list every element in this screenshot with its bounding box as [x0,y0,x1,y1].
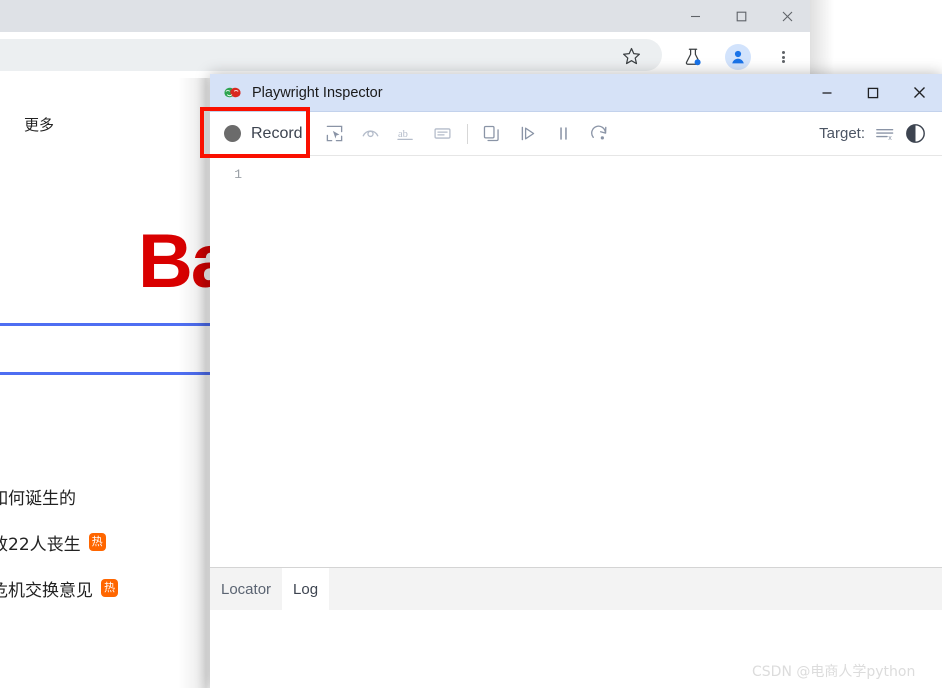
hot-item-text: 乌克兰危机交换意见 [0,580,93,601]
watermark-text: CSDN @电商人学python [752,664,916,680]
record-dot-icon [224,125,241,142]
pick-locator-icon[interactable] [320,119,350,149]
svg-text:ab: ab [398,129,408,140]
inspector-minimize-button[interactable] [804,74,850,111]
baidu-search-input[interactable] [0,323,212,375]
list-item[interactable]: 文件是如何诞生的 [0,473,212,519]
tab-locator[interactable]: Locator [210,568,282,610]
assert-value-icon[interactable] [428,119,458,149]
inspector-code-editor[interactable]: 1 [210,156,942,568]
chrome-close-button[interactable] [764,0,810,32]
chrome-window-controls [672,0,810,32]
playwright-inspector-window: Playwright Inspector Record ab Target: x… [210,74,942,688]
baidu-hot-search-list: 文件是如何诞生的 事故已致22人丧生 热 乌克兰危机交换意见 热 [0,473,212,611]
desktop-background: 更多 Ba 文件是如何诞生的 事故已致22人丧生 热 乌克兰危机交换意见 热 [0,0,942,688]
assert-text-ab-icon[interactable]: ab [392,119,422,149]
chrome-labs-flask-icon[interactable] [680,44,706,70]
inspector-title-bar: Playwright Inspector [210,74,942,112]
chrome-maximize-button[interactable] [718,0,764,32]
list-item[interactable]: 乌克兰危机交换意见 热 [0,565,212,611]
chrome-tab-strip [0,0,810,32]
inspector-toolbar: Record ab Target: x [210,112,942,156]
inspector-toolbar-right: Target: x [819,123,942,144]
tab-log[interactable]: Log [282,568,330,610]
inspector-maximize-button[interactable] [850,74,896,111]
editor-line-number: 1 [234,167,242,182]
record-button[interactable]: Record [210,112,317,155]
step-over-icon[interactable] [585,119,615,149]
dark-mode-toggle-icon[interactable] [905,123,926,144]
hot-item-text: 文件是如何诞生的 [0,488,76,509]
assert-visibility-eye-icon[interactable] [356,119,386,149]
inspector-tab-bar: Locator Log [210,568,942,610]
baidu-more-link[interactable]: 更多 [24,114,54,135]
target-label: Target: [819,125,865,142]
bookmark-star-icon[interactable] [617,45,645,67]
record-button-label: Record [251,124,303,142]
chrome-three-dot-menu-icon[interactable] [772,44,794,70]
svg-text:x: x [888,134,892,142]
inspector-title: Playwright Inspector [252,84,383,101]
resume-icon[interactable] [513,119,543,149]
hot-item-text: 事故已致22人丧生 [0,534,81,555]
hot-badge: 热 [88,533,106,551]
chrome-minimize-button[interactable] [672,0,718,32]
language-select-icon[interactable]: x [874,124,896,143]
hot-badge: 热 [101,579,118,597]
editor-gutter: 1 [210,156,248,567]
pause-icon[interactable] [549,119,579,149]
menu-dot [781,60,785,63]
inspector-close-button[interactable] [896,74,942,111]
playwright-masks-icon [222,83,242,103]
copy-icon[interactable] [477,119,507,149]
address-bar[interactable] [0,39,662,71]
list-item[interactable]: 事故已致22人丧生 热 [0,519,212,565]
inspector-window-controls [804,74,942,111]
chrome-profile-avatar-icon[interactable] [725,44,751,70]
menu-dot [781,55,785,59]
toolbar-divider [466,123,468,144]
menu-dot [781,51,785,54]
